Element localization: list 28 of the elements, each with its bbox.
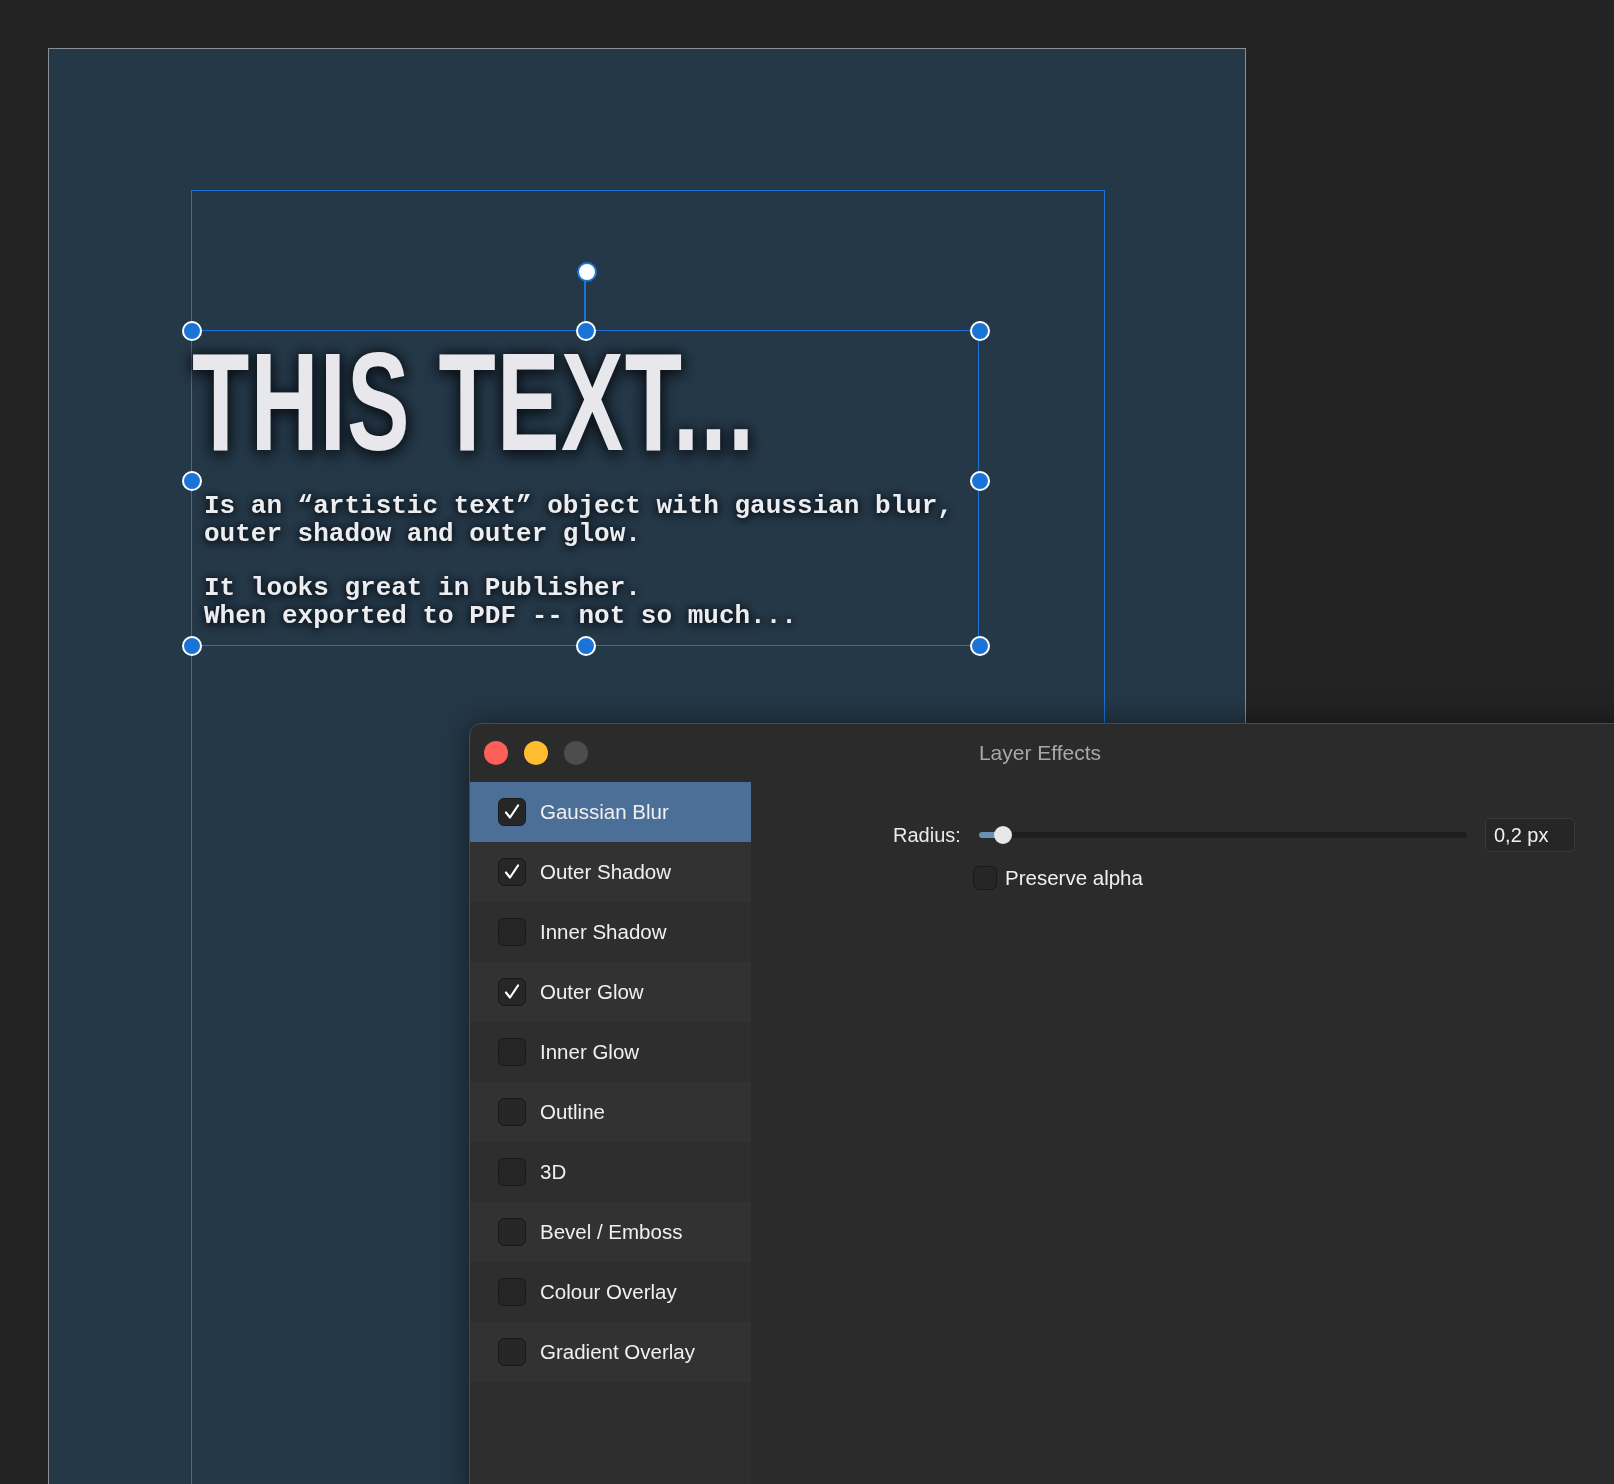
effect-list-item[interactable]: Outer Shadow xyxy=(470,842,751,902)
effect-checkbox[interactable] xyxy=(498,1218,526,1246)
effect-list-item[interactable]: Outline xyxy=(470,1082,751,1142)
artistic-text-line: outer shadow and outer glow. xyxy=(204,520,641,548)
effect-checkbox[interactable] xyxy=(498,978,526,1006)
effect-checkbox[interactable] xyxy=(498,798,526,826)
effect-list-item[interactable]: Bevel / Emboss xyxy=(470,1202,751,1262)
effect-list-item[interactable]: Outer Glow xyxy=(470,962,751,1022)
effect-checkbox[interactable] xyxy=(498,858,526,886)
radius-slider[interactable] xyxy=(979,826,1467,844)
effect-list-item[interactable]: Gaussian Blur xyxy=(470,782,751,842)
checkmark-icon xyxy=(502,982,522,1002)
effect-checkbox[interactable] xyxy=(498,1098,526,1126)
radius-value-field[interactable]: 0,2 px xyxy=(1485,818,1575,852)
effect-checkbox[interactable] xyxy=(498,1338,526,1366)
preserve-alpha-label: Preserve alpha xyxy=(1005,866,1143,890)
artistic-heading: THIS TEXT... xyxy=(192,343,756,461)
checkmark-icon xyxy=(502,862,522,882)
artistic-text-line: When exported to PDF -- not so much... xyxy=(204,602,797,630)
dialog-title: Layer Effects xyxy=(978,741,1102,765)
effect-list-item[interactable]: Gradient Overlay xyxy=(470,1322,751,1382)
slider-thumb[interactable] xyxy=(994,826,1013,844)
minimize-button[interactable] xyxy=(524,741,548,765)
artistic-text-line: It looks great in Publisher. xyxy=(204,574,641,602)
close-button[interactable] xyxy=(484,741,508,765)
artistic-text-line: Is an “artistic text” object with gaussian blur, xyxy=(204,492,953,520)
radius-label: Radius: xyxy=(893,823,962,847)
checkmark-icon xyxy=(502,802,522,822)
